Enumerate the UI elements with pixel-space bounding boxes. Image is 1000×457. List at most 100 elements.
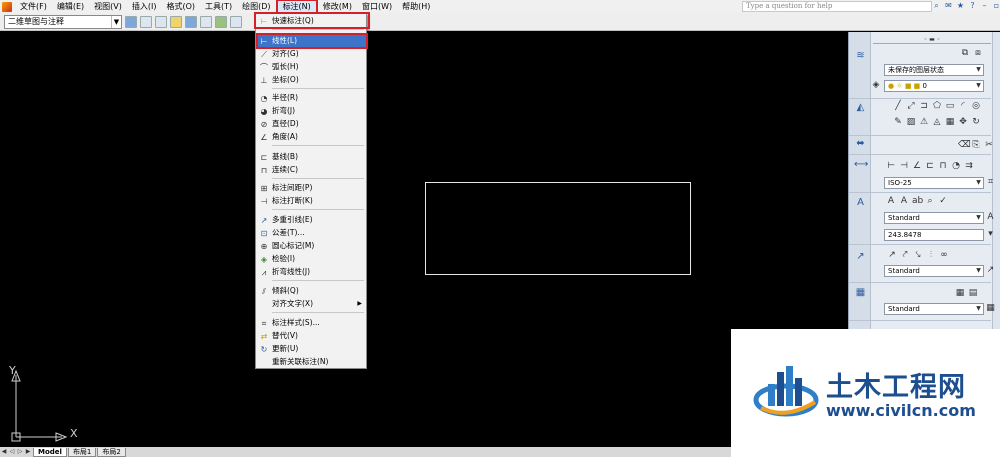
pencil-icon[interactable]: ✎ <box>893 117 903 127</box>
tab-prev-icon[interactable]: ◁ <box>8 448 16 456</box>
linear-dim-icon[interactable]: ⊢ <box>886 161 896 171</box>
erase-icon[interactable]: ⌫ <box>958 140 971 150</box>
menu-window[interactable]: 窗口(W) <box>357 1 397 13</box>
radius-dim-icon[interactable]: ◔ <box>951 161 961 171</box>
tab-layout1[interactable]: 布局1 <box>67 447 97 457</box>
rectangle-icon[interactable]: ▭ <box>945 101 955 111</box>
search-icon[interactable]: ⌕ <box>932 1 941 11</box>
menu-item-reassociate[interactable]: 重新关联标注(N) <box>258 356 366 368</box>
communication-icon[interactable]: ✉ <box>944 1 953 11</box>
menu-item-override[interactable]: ⇄ 替代(V) <box>258 330 366 342</box>
trim-icon[interactable]: ✂ <box>984 140 994 150</box>
continue-dim-icon[interactable]: ⊓ <box>938 161 948 171</box>
table-style-icon[interactable]: ▤ <box>968 288 978 298</box>
menu-insert[interactable]: 插入(I) <box>127 1 162 13</box>
tab-first-icon[interactable]: ◀ <box>0 448 8 456</box>
menu-item-jogged-linear[interactable]: ⩘ 折弯线性(J) <box>258 266 366 278</box>
menu-item-ordinate[interactable]: ⊥ 坐标(O) <box>258 74 366 86</box>
make-current-layer-icon[interactable]: ◈ <box>871 80 881 90</box>
dimension-panel-icon[interactable]: ⟷ <box>854 159 868 171</box>
angular-dim-icon[interactable]: ∠ <box>912 161 922 171</box>
construction-line-icon[interactable]: ⤢ <box>906 101 916 111</box>
tab-last-icon[interactable]: ▶ <box>24 448 32 456</box>
multileader-icon[interactable]: ↗ <box>887 250 897 260</box>
menu-item-continue[interactable]: ⊓ 连续(C) <box>258 164 366 176</box>
menu-draw[interactable]: 绘图(D) <box>237 1 275 13</box>
autocad-logo-icon[interactable] <box>2 1 12 12</box>
layers-panel-icon[interactable]: ≋ <box>854 50 867 62</box>
layer-properties-icon[interactable]: ⧉ <box>960 48 970 58</box>
hatch-icon[interactable]: ▨ <box>906 117 916 127</box>
mtext-icon[interactable]: A <box>886 196 896 206</box>
menu-item-update[interactable]: ↻ 更新(U) <box>258 343 366 355</box>
baseline-dim-icon[interactable]: ⊏ <box>925 161 935 171</box>
align-leader-icon[interactable]: ⫶ <box>926 250 936 260</box>
menu-item-oblique[interactable]: ⫽ 倾斜(Q) <box>258 285 366 297</box>
menu-item-dim-style[interactable]: ⌗ 标注样式(S)... <box>258 317 366 329</box>
aligned-dim-icon[interactable]: ⊣ <box>899 161 909 171</box>
menu-item-aligned[interactable]: ⟋ 对齐(G) <box>258 48 366 60</box>
minimize-icon[interactable]: – <box>980 1 989 11</box>
menu-item-radius[interactable]: ◔ 半径(R) <box>258 92 366 104</box>
menu-item-arc-length[interactable]: ⌒ 弧长(H) <box>258 61 366 73</box>
layer-states-icon[interactable]: ⧈ <box>973 48 983 58</box>
menu-format[interactable]: 格式(O) <box>161 1 200 13</box>
text-panel-icon[interactable]: A <box>854 197 867 209</box>
array-icon[interactable]: ▦ <box>945 117 955 127</box>
polygon-icon[interactable]: ⬠ <box>932 101 942 111</box>
collect-leader-icon[interactable]: ∞ <box>939 250 949 260</box>
rotate-icon[interactable]: ↻ <box>971 117 981 127</box>
menu-item-baseline[interactable]: ⊏ 基线(B) <box>258 151 366 163</box>
menu-modify[interactable]: 修改(M) <box>318 1 357 13</box>
menu-item-align-text[interactable]: 对齐文字(X) ▶ <box>258 298 366 310</box>
copy-icon[interactable]: ⎘ <box>971 140 981 150</box>
tab-model[interactable]: Model <box>33 447 67 457</box>
menu-dimension[interactable]: 标注(N) <box>275 0 318 15</box>
workspace-select[interactable]: 二维草图与注释 ▼ <box>4 14 122 29</box>
menu-view[interactable]: 视图(V) <box>89 1 127 13</box>
menu-item-center-mark[interactable]: ⊕ 圆心标记(M) <box>258 240 366 252</box>
workspace-settings-button[interactable] <box>125 15 137 28</box>
workspace-save-button[interactable] <box>140 15 152 28</box>
add-leader-icon[interactable]: ⤤ <box>900 250 910 260</box>
palette-grip[interactable]: ◦ ▬ ◦ <box>873 36 991 44</box>
mirror-icon[interactable]: ⚠ <box>919 117 929 127</box>
text-edit-icon[interactable]: ab <box>912 196 923 206</box>
dim-menu-icon[interactable]: ⇉ <box>964 161 974 171</box>
circle-icon[interactable]: ◎ <box>971 101 981 111</box>
table-panel-icon[interactable]: ▦ <box>854 287 867 299</box>
move-icon[interactable]: ✥ <box>958 117 968 127</box>
line-icon[interactable]: ╱ <box>893 101 903 111</box>
text-style-manager-icon[interactable]: A <box>985 212 996 223</box>
mleader-style-manager-icon[interactable]: ↗ <box>985 265 996 276</box>
menu-item-inspect[interactable]: ◈ 检验(I) <box>258 253 366 265</box>
single-text-icon[interactable]: A <box>899 196 909 206</box>
restore-icon[interactable]: ▫ <box>992 1 1000 11</box>
layer-state-select[interactable]: 未保存的图层状态 ▼ <box>884 64 984 76</box>
spell-check-icon[interactable]: ✓ <box>938 196 948 206</box>
text-style-select[interactable]: Standard ▼ <box>884 212 984 224</box>
draw-panel-icon[interactable]: ◭ <box>854 102 867 114</box>
polyline-icon[interactable]: ⊐ <box>919 101 929 111</box>
menu-item-linear[interactable]: ⊢ 线性(L) <box>256 33 368 49</box>
modify-panel-icon[interactable]: ⬌ <box>854 138 867 150</box>
drawn-rectangle[interactable] <box>425 182 691 275</box>
arc-icon[interactable]: ◜ <box>958 101 968 111</box>
preview-button[interactable] <box>215 15 227 28</box>
menu-help[interactable]: 帮助(H) <box>397 1 435 13</box>
favorites-icon[interactable]: ★ <box>956 1 965 11</box>
menu-file[interactable]: 文件(F) <box>15 1 52 13</box>
table-style-manager-icon[interactable]: ▦ <box>985 303 996 314</box>
mleader-style-select[interactable]: Standard ▼ <box>884 265 984 277</box>
new-file-button[interactable] <box>155 15 167 28</box>
menu-edit[interactable]: 编辑(E) <box>52 1 89 13</box>
dim-style-select[interactable]: ISO-25 ▼ <box>884 177 984 189</box>
menu-item-multileader[interactable]: ↗ 多重引线(E) <box>258 214 366 226</box>
save-button[interactable] <box>185 15 197 28</box>
tab-layout2[interactable]: 布局2 <box>97 447 126 457</box>
layer-select[interactable]: ● ☼ ■ ■ 0 ▼ <box>884 80 984 92</box>
multileader-panel-icon[interactable]: ↗ <box>854 251 867 263</box>
menu-item-dim-space[interactable]: ⊞ 标注间距(P) <box>258 182 366 194</box>
help-search-input[interactable]: Type a question for help <box>742 1 932 12</box>
text-height-dropdown-icon[interactable]: ▾ <box>985 229 996 240</box>
